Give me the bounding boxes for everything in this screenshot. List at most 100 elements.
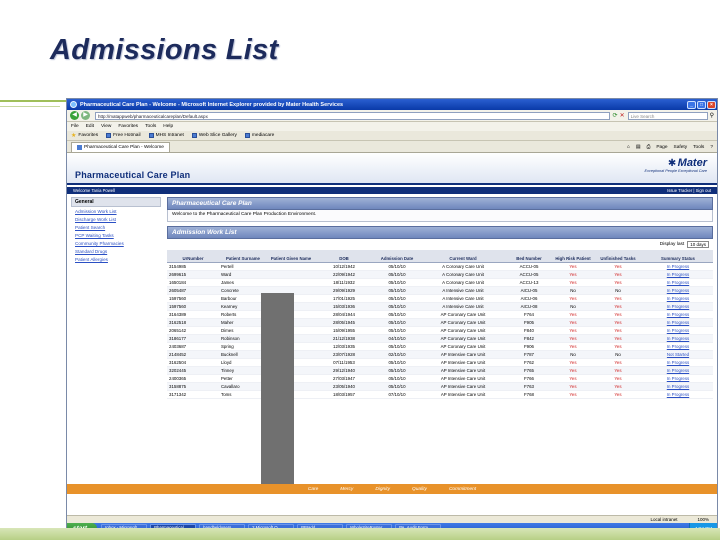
cell-unfinished-tasks: Yes bbox=[593, 326, 643, 335]
cell-summary-status[interactable]: In Progress bbox=[643, 318, 713, 327]
home-icon[interactable]: ⌂ bbox=[627, 145, 630, 150]
table-row[interactable]: 1597560 Barbour 17/01/1925 05/10/10 A Intens… bbox=[167, 294, 713, 303]
table-row[interactable]: 3158875CavallaroPatricia23/05/194005/10/… bbox=[167, 382, 713, 391]
cell-summary-status[interactable]: In Progress bbox=[643, 334, 713, 343]
menu-view[interactable]: View bbox=[101, 124, 111, 129]
nav-patient-allergies[interactable]: Patient Allergies bbox=[71, 255, 161, 263]
tools-menu[interactable]: Tools bbox=[693, 145, 704, 150]
table-row[interactable]: 1597560 Kearney 15/03/1936 05/10/10 A Intens… bbox=[167, 302, 713, 311]
cell-summary-status[interactable]: In Progress bbox=[643, 382, 713, 391]
slide-title: Admissions List bbox=[50, 34, 279, 66]
cell-summary-status[interactable]: In Progress bbox=[643, 326, 713, 335]
cell-patient-surname: Spring bbox=[219, 342, 267, 351]
nav-community-pharmacies[interactable]: Community Pharmacies bbox=[71, 239, 161, 247]
safety-menu[interactable]: Safety bbox=[674, 145, 688, 150]
cell-unfinished-tasks: Yes bbox=[593, 302, 643, 311]
cell-unfinished-tasks: Yes bbox=[593, 382, 643, 391]
column-header[interactable]: Summary Status bbox=[643, 250, 713, 263]
maximize-button[interactable]: □ bbox=[697, 100, 706, 109]
favorite-link[interactable]: MHS Intranet bbox=[148, 133, 184, 138]
cell-summary-status[interactable]: In Progress bbox=[643, 294, 713, 303]
cell-summary-status[interactable]: In Progress bbox=[643, 358, 713, 367]
column-header[interactable]: Unfinished Tasks bbox=[593, 250, 643, 263]
table-row[interactable]: 2605487 Concrete 29/09/1929 05/10/10 A Inten… bbox=[167, 286, 713, 295]
stop-icon[interactable]: ✕ bbox=[620, 112, 625, 119]
cell-summary-status[interactable]: In Progress bbox=[643, 278, 713, 287]
welcome-user: Welcome Tania Powell bbox=[73, 188, 115, 193]
cell-patient-given-name bbox=[267, 270, 315, 279]
table-row[interactable]: 2065142 Dimes 15/09/1955 05/10/10 AP Coronar… bbox=[167, 326, 713, 335]
table-row[interactable]: 1650184 James 18/11/1932 05/10/10 A Coronary… bbox=[167, 278, 713, 287]
table-row[interactable]: 3164389 Roberts 28/04/1944 05/10/10 AP Coron… bbox=[167, 310, 713, 319]
cell-summary-status[interactable]: In Progress bbox=[643, 270, 713, 279]
cell-admission-date: 04/10/10 bbox=[373, 334, 421, 343]
cell-summary-status[interactable]: Not Started bbox=[643, 350, 713, 359]
cell-bed-number: AICU-06 bbox=[505, 294, 553, 303]
feeds-icon[interactable]: ▤ bbox=[636, 145, 641, 150]
zoom-level[interactable]: 100% bbox=[697, 517, 709, 522]
cell-summary-status[interactable]: In Progress bbox=[643, 310, 713, 319]
favorite-link[interactable]: Free Hotmail bbox=[106, 133, 141, 138]
table-row[interactable]: 3186177 Robinson 21/12/1938 04/10/10 AP Coro… bbox=[167, 334, 713, 343]
nav-admission-work-list[interactable]: Admission Work List bbox=[71, 207, 161, 215]
back-icon[interactable]: ◀ bbox=[70, 111, 79, 120]
cell-summary-status[interactable]: In Progress bbox=[643, 302, 713, 311]
cell-summary-status[interactable]: In Progress bbox=[643, 390, 713, 399]
table-row[interactable]: 2148452 Bucknell 23/07/1928 02/10/10 AP Inte… bbox=[167, 350, 713, 359]
minimize-button[interactable]: _ bbox=[687, 100, 696, 109]
table-row[interactable]: 2403687 Spring 12/03/1935 05/10/10 AP Corona… bbox=[167, 342, 713, 351]
user-links[interactable]: Issue Tracker | Sign out bbox=[667, 187, 711, 194]
table-row[interactable]: 3162504 Lloyd 07/11/1953 05/10/10 AP Intensi… bbox=[167, 358, 713, 367]
cell-summary-status[interactable]: In Progress bbox=[643, 286, 713, 295]
favorite-link[interactable]: mediacare bbox=[244, 133, 274, 138]
print-icon[interactable]: ⎙ bbox=[646, 144, 650, 150]
column-header[interactable]: High Risk Patient bbox=[553, 250, 593, 263]
tab-welcome[interactable]: Pharmaceutical Care Plan - Welcome bbox=[71, 142, 170, 152]
menu-edit[interactable]: Edit bbox=[86, 124, 94, 129]
menu-favorites[interactable]: Favorites bbox=[118, 124, 138, 129]
cell-high-risk: Yes bbox=[553, 310, 593, 319]
favorite-link[interactable]: Web Slice Gallery bbox=[191, 133, 237, 138]
help-icon[interactable]: ? bbox=[710, 145, 713, 150]
cell-dob: 29/09/1929 bbox=[315, 286, 373, 295]
search-input[interactable]: Live Search bbox=[627, 111, 708, 120]
cell-patient-surname: Pertell bbox=[219, 262, 267, 271]
cell-unfinished-tasks: Yes bbox=[593, 294, 643, 303]
table-row[interactable]: 3162518 Maher 28/05/1945 05/10/10 AP Coronar… bbox=[167, 318, 713, 327]
menu-tools[interactable]: Tools bbox=[145, 124, 156, 129]
close-button[interactable]: × bbox=[707, 100, 716, 109]
cell-summary-status[interactable]: In Progress bbox=[643, 342, 713, 351]
column-header[interactable]: Admission Date bbox=[373, 250, 421, 263]
nav-pcp-waiting-tasks[interactable]: PCP Waiting Tasks bbox=[71, 231, 161, 239]
column-header[interactable]: Patient Surname bbox=[219, 250, 267, 263]
nav-standard-drugs[interactable]: Standard Drugs bbox=[71, 247, 161, 255]
column-header[interactable]: Current Ward bbox=[421, 250, 505, 263]
slide: Admissions List Pharmaceutical Care Plan… bbox=[0, 0, 720, 540]
column-header[interactable]: DOB bbox=[315, 250, 373, 263]
cell-summary-status[interactable]: In Progress bbox=[643, 262, 713, 271]
page-menu[interactable]: Page bbox=[656, 145, 667, 150]
days-select[interactable]: 10 days bbox=[687, 241, 709, 248]
table-row[interactable]: 2699615 Ward 22/09/1942 05/10/10 A Coronary … bbox=[167, 270, 713, 279]
cell-dob: 18/03/1957 bbox=[315, 390, 373, 399]
nav-discharge-work-list[interactable]: Discharge Work List bbox=[71, 215, 161, 223]
table-row[interactable]: 3171342TomsKenneth18/03/195707/10/10AP I… bbox=[167, 390, 713, 399]
column-header[interactable]: Patient Given Name bbox=[267, 250, 315, 263]
column-header[interactable]: UrNumber bbox=[167, 250, 219, 263]
nav-patient-search[interactable]: Patient Search bbox=[71, 223, 161, 231]
refresh-icon[interactable]: ⟳ bbox=[613, 112, 618, 119]
table-row[interactable]: 3202445 Tinney 29/12/1940 05/10/10 AP Intens… bbox=[167, 366, 713, 375]
favorites-button[interactable]: ★ Favorites bbox=[71, 132, 98, 139]
search-icon[interactable]: ⚲ bbox=[710, 112, 714, 119]
column-header[interactable]: Bed Number bbox=[505, 250, 553, 263]
menu-file[interactable]: File bbox=[71, 124, 79, 129]
cell-bed-number: F768 bbox=[505, 390, 553, 399]
forward-icon[interactable]: ▶ bbox=[81, 111, 90, 120]
table-row[interactable]: 3154985 Pertell 10/12/1942 05/10/10 A Corona… bbox=[167, 262, 713, 271]
cell-summary-status[interactable]: In Progress bbox=[643, 366, 713, 375]
menu-help[interactable]: Help bbox=[163, 124, 173, 129]
url-input[interactable]: http://matappweb/pharmaceuticalcareplan/… bbox=[95, 111, 610, 120]
cell-summary-status[interactable]: In Progress bbox=[643, 374, 713, 383]
window-titlebar[interactable]: Pharmaceutical Care Plan - Welcome - Mic… bbox=[67, 99, 717, 110]
table-row[interactable]: 2400365PetterBrian27/03/194705/10/10AP I… bbox=[167, 374, 713, 383]
